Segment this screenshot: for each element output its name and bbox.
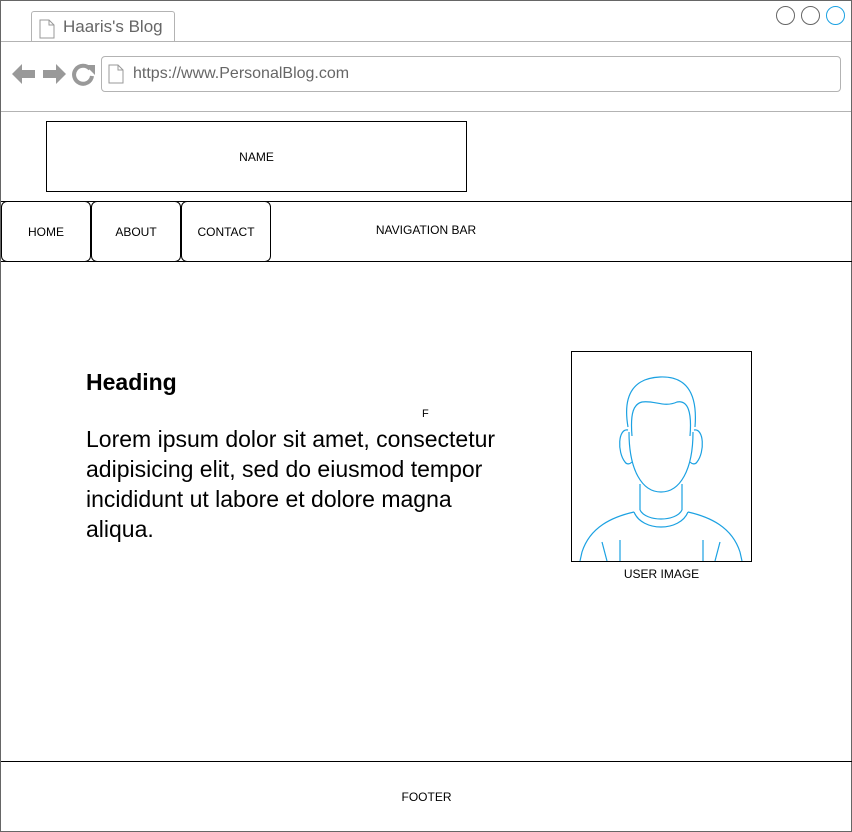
footer-label: FOOTER <box>401 790 452 804</box>
user-image <box>571 351 752 562</box>
footer: FOOTER <box>1 761 852 832</box>
back-arrow-icon[interactable] <box>11 62 37 86</box>
browser-tab[interactable]: Haaris's Blog <box>31 11 175 41</box>
maximize-button[interactable] <box>801 6 820 25</box>
tab-divider <box>1 41 851 42</box>
nav-contact-button[interactable]: CONTACT <box>181 201 271 262</box>
navigation-bar-label: NAVIGATION BAR <box>375 223 477 237</box>
nav-contact-label: CONTACT <box>197 224 255 239</box>
nav-about-button[interactable]: ABOUT <box>91 201 181 262</box>
browser-window: Haaris's Blog https://www.PersonalBlog.c… <box>0 0 852 832</box>
forward-arrow-icon[interactable] <box>41 62 67 86</box>
user-image-label: USER IMAGE <box>623 567 700 581</box>
url-text: https://www.PersonalBlog.com <box>133 65 350 82</box>
site-name-label: NAME <box>239 149 274 164</box>
site-name-box: NAME <box>46 121 467 192</box>
tab-bar: Haaris's Blog <box>1 1 851 41</box>
close-button[interactable] <box>826 6 845 25</box>
stray-text: F <box>422 408 429 420</box>
content-body: Lorem ipsum dolor sit amet, consectetur … <box>86 426 496 542</box>
user-avatar-icon <box>579 376 743 561</box>
tab-title: Haaris's Blog <box>63 17 163 36</box>
content-heading: Heading <box>86 369 177 395</box>
document-icon <box>39 19 55 39</box>
reload-icon[interactable] <box>71 62 97 86</box>
chrome-divider <box>1 111 851 112</box>
address-bar[interactable]: https://www.PersonalBlog.com <box>101 56 841 92</box>
nav-about-label: ABOUT <box>115 224 157 239</box>
minimize-button[interactable] <box>776 6 795 25</box>
page-icon <box>108 64 124 84</box>
nav-home-label: HOME <box>28 224 64 239</box>
nav-home-button[interactable]: HOME <box>1 201 91 262</box>
